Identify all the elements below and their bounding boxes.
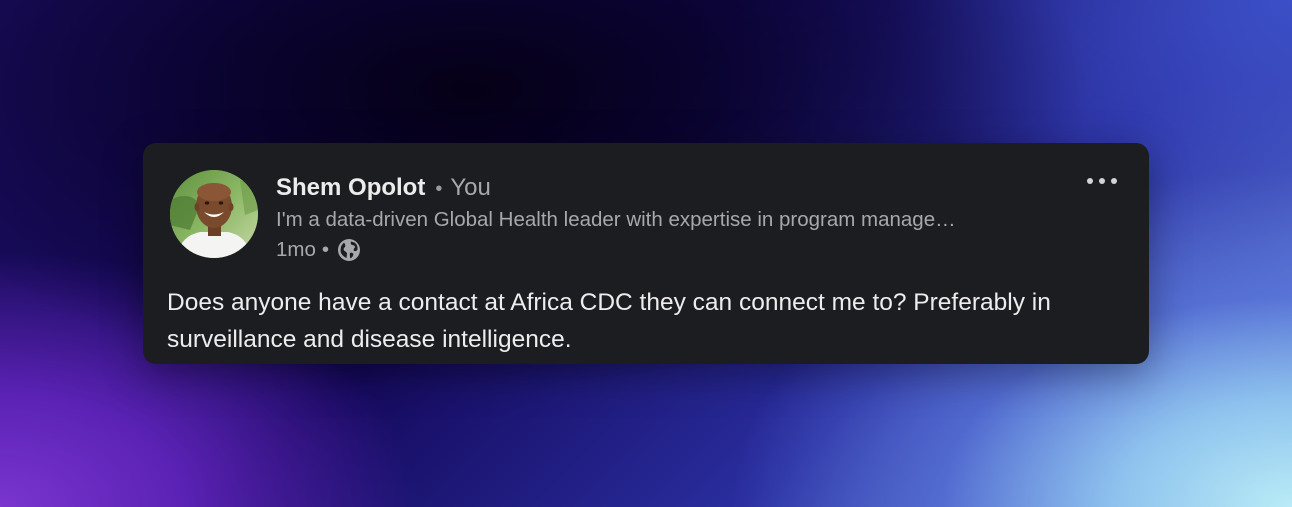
post-header: Shem Opolot • You I'm a data-driven Glob…	[276, 174, 1076, 265]
author-line: Shem Opolot • You	[276, 174, 1076, 204]
avatar[interactable]	[170, 170, 258, 258]
post-text: Does anyone have a contact at Africa CDC…	[167, 289, 1051, 353]
meta-separator: •	[321, 238, 330, 261]
relation-label: You	[450, 174, 491, 201]
post-time[interactable]: 1mo	[276, 238, 316, 262]
more-dot	[1099, 178, 1105, 184]
more-dot	[1111, 178, 1117, 184]
post-card: Shem Opolot • You I'm a data-driven Glob…	[143, 143, 1149, 364]
avatar-image	[170, 170, 258, 258]
globe-icon	[337, 238, 361, 262]
author-headline[interactable]: I'm a data-driven Global Health leader w…	[276, 205, 1076, 235]
author-name[interactable]: Shem Opolot	[276, 174, 425, 202]
post-meta: 1mo •	[276, 235, 1076, 265]
more-options-button[interactable]	[1087, 171, 1117, 191]
separator-dot: •	[435, 178, 443, 200]
more-horizontal-icon	[1087, 178, 1093, 184]
